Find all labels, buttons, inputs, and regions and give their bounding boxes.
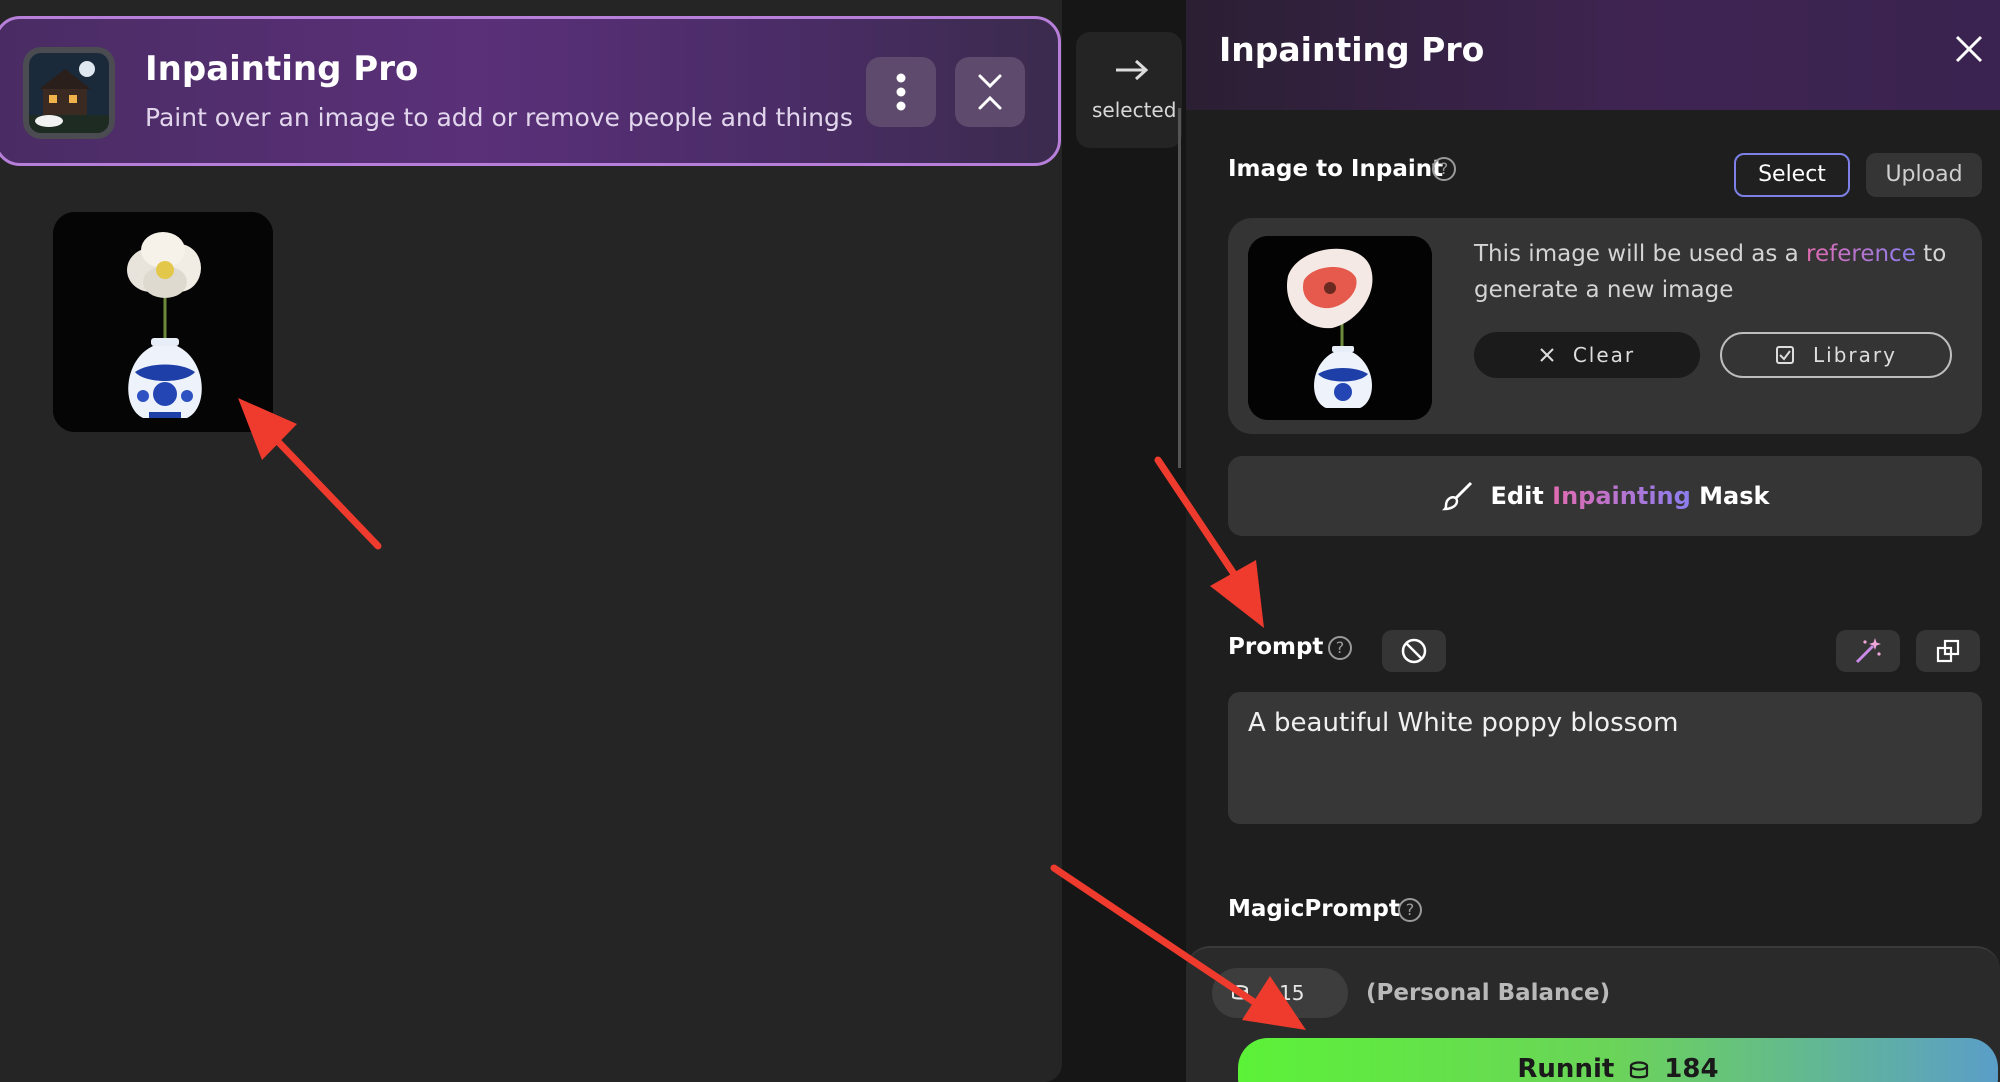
app-header: Inpainting Pro Paint over an image to ad… <box>0 16 1061 166</box>
magic-wand-icon <box>1855 638 1881 664</box>
selected-label: selected <box>1092 98 1177 122</box>
balance-value: .815 <box>1260 981 1305 1005</box>
upload-image-button[interactable]: Upload <box>1866 153 1982 197</box>
more-options-button[interactable] <box>866 57 936 127</box>
image-to-inpaint-label: Image to Inpaint <box>1228 156 1444 182</box>
help-icon[interactable]: ? <box>1328 636 1352 660</box>
edit-inpainting-mask-button[interactable]: Edit Inpainting Mask <box>1228 456 1982 536</box>
arrow-right-icon <box>1116 59 1149 81</box>
prompt-label: Prompt <box>1228 634 1324 660</box>
app-subtitle: Paint over an image to add or remove peo… <box>145 103 853 132</box>
prompt-input[interactable]: A beautiful White poppy blossom <box>1228 692 1982 824</box>
panel-title: Inpainting Pro <box>1219 30 1485 69</box>
reference-image-card: This image will be used as a reference t… <box>1228 218 1982 434</box>
reference-text-start: This image will be used as a <box>1474 241 1807 267</box>
screen: Inpainting Pro Paint over an image to ad… <box>0 0 2000 1082</box>
clear-label: Clear <box>1572 343 1636 367</box>
edit-mask-suffix: Mask <box>1690 482 1770 510</box>
panel-divider[interactable] <box>1178 108 1181 468</box>
edit-mask-prefix: Edit <box>1490 482 1553 510</box>
coin-icon <box>1232 985 1248 1000</box>
collapse-icon <box>978 74 1002 110</box>
collapse-button[interactable] <box>955 57 1025 127</box>
disable-prompt-button[interactable] <box>1382 630 1446 672</box>
balance-pill: .815 <box>1212 968 1348 1018</box>
canvas-image-thumbnail[interactable] <box>53 212 273 432</box>
library-button[interactable]: Library <box>1720 332 1952 378</box>
coin-icon <box>1630 1061 1649 1079</box>
more-vertical-icon <box>896 73 906 111</box>
reference-keyword: reference <box>1806 241 1916 267</box>
panel-header: Inpainting Pro <box>1186 0 2000 110</box>
disable-icon <box>1401 638 1427 664</box>
balance-label: (Personal Balance) <box>1366 980 1611 1006</box>
runnit-button[interactable]: Runnit 184 <box>1238 1038 1998 1082</box>
brush-icon <box>1441 481 1472 511</box>
reference-description: This image will be used as a reference t… <box>1474 236 1964 308</box>
magicprompt-label: MagicPrompt <box>1228 896 1400 922</box>
magic-wand-button[interactable] <box>1836 630 1900 672</box>
edit-mask-keyword: Inpainting <box>1552 482 1691 510</box>
checkbox-icon <box>1776 346 1795 364</box>
workspace-panel: Inpainting Pro Paint over an image to ad… <box>0 0 1062 1082</box>
app-title: Inpainting Pro <box>145 49 419 89</box>
edit-mask-label: Edit Inpainting Mask <box>1491 482 1770 510</box>
settings-panel: Inpainting Pro Image to Inpaint ? Select… <box>1186 0 2000 1082</box>
app-thumbnail <box>23 47 115 139</box>
help-icon[interactable]: ? <box>1398 898 1422 922</box>
expand-icon <box>1936 639 1960 663</box>
run-footer: .815 (Personal Balance) Runnit 184 <box>1186 946 2000 1082</box>
runnit-cost: 184 <box>1664 1054 1719 1082</box>
close-icon[interactable] <box>1954 34 1984 64</box>
clear-image-button[interactable]: Clear <box>1474 332 1700 378</box>
expand-prompt-button[interactable] <box>1916 630 1980 672</box>
clear-x-icon <box>1540 348 1554 362</box>
reference-image-thumbnail <box>1248 236 1432 420</box>
select-image-button[interactable]: Select <box>1734 153 1850 197</box>
library-label: Library <box>1813 343 1897 367</box>
help-icon[interactable]: ? <box>1432 157 1456 181</box>
selected-node-tab[interactable]: selected <box>1076 32 1182 148</box>
runnit-label: Runnit <box>1517 1054 1615 1082</box>
